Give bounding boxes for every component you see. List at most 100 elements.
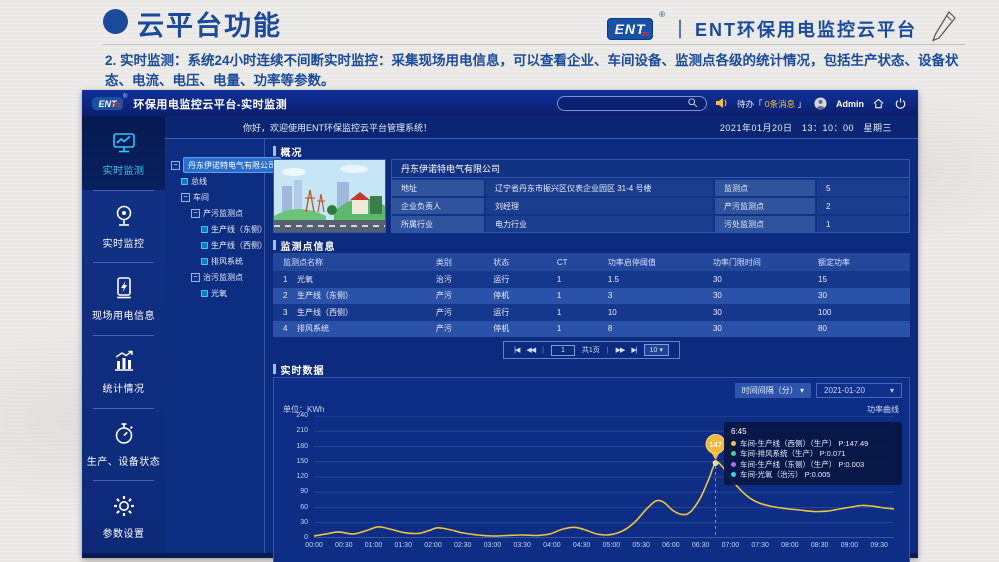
search-box[interactable] xyxy=(557,96,707,111)
column-header: 类别 xyxy=(426,253,483,271)
tree-node-label: 总线 xyxy=(191,176,207,187)
tree-node-7[interactable]: 排风系统 xyxy=(169,253,264,269)
y-tick-label: 90 xyxy=(278,488,308,495)
tree-node-3[interactable]: −车间 xyxy=(169,189,264,205)
stopwatch-icon xyxy=(111,421,137,447)
page-first-button[interactable]: |◀ xyxy=(514,346,519,354)
y-tick-label: 120 xyxy=(278,473,308,480)
company-info-table: 丹东伊诺特电气有限公司 地址辽宁省丹东市振兴区仪表企业园区 31-4 号楼监测点… xyxy=(391,159,910,233)
chart-legend: 功率曲线 xyxy=(867,404,899,415)
tree-expander-icon[interactable]: − xyxy=(191,209,200,218)
x-tick-label: 00:30 xyxy=(328,542,360,549)
series-color-dot xyxy=(731,441,736,446)
y-tick-label: 60 xyxy=(278,504,308,511)
tooltip-entry: 车间-生产线（东侧）（生产） P:0.003 xyxy=(731,459,895,470)
cell: 产污 xyxy=(426,304,483,321)
tree-node-label: 排风系统 xyxy=(211,256,243,267)
todo-count: 0条消息 xyxy=(765,99,795,109)
cell: 1 xyxy=(547,288,598,305)
ent-logo: ENT xyxy=(607,18,653,40)
overview-value: 1 xyxy=(817,216,909,232)
sidebar-item-label: 参数设置 xyxy=(103,525,145,540)
tree-node-4[interactable]: −产污监测点 xyxy=(169,205,264,221)
overview-value: 刘经理 xyxy=(486,198,713,214)
cell: 1 xyxy=(547,321,598,338)
tree-node-9[interactable]: 光氧 xyxy=(169,285,264,301)
overview-row-3: 所属行业电力行业污处监测点1 xyxy=(392,216,909,232)
brand-divider: ｜ xyxy=(671,16,689,42)
tree-node-label: 车间 xyxy=(193,192,209,203)
cell: 1 xyxy=(547,271,598,288)
datetime: 2021年01月20日 13：10：00 星期三 xyxy=(720,121,918,134)
page-prev-button[interactable]: ◀◀ xyxy=(526,346,535,354)
section-accent xyxy=(273,364,276,374)
user-name[interactable]: Admin xyxy=(836,99,864,109)
x-tick-label: 03:00 xyxy=(476,542,508,549)
tooltip-text: 车间-生产线（西侧）（生产） P:147.49 xyxy=(740,438,868,449)
tree-node-1[interactable]: −丹东伊诺特电气有限公司 xyxy=(169,157,264,173)
company-illustration xyxy=(273,159,386,233)
tree-expander-icon[interactable]: − xyxy=(181,193,190,202)
section-accent xyxy=(273,146,276,156)
row-number: 2 xyxy=(283,291,297,300)
tree-node-icon xyxy=(181,178,188,185)
overview-label: 所属行业 xyxy=(392,216,484,232)
sidebar-item-5[interactable]: 生产、设备状态 xyxy=(82,408,165,481)
y-tick-label: 150 xyxy=(278,458,308,465)
sidebar-item-1[interactable]: 实时监测 xyxy=(82,117,165,190)
page-number-input[interactable]: 1 xyxy=(551,345,575,356)
power-icon[interactable] xyxy=(894,97,908,111)
point-name: 光氧 xyxy=(297,275,313,284)
x-tick-label: 05:00 xyxy=(595,542,627,549)
cell: 30 xyxy=(703,304,808,321)
sidebar-item-6[interactable]: 参数设置 xyxy=(82,480,165,553)
tree-node-5[interactable]: 生产线（东侧） xyxy=(169,221,264,237)
page: 云平台功能 ENT ® ｜ ENT环保用电监控云平台 2. 实时监测：系统24小… xyxy=(0,0,999,562)
power-device-icon xyxy=(111,275,137,301)
sidebar: 实时监测实时监控现场用电信息统计情况生产、设备状态参数设置 xyxy=(82,117,165,553)
table-row: 3生产线（西侧）产污运行11030100 xyxy=(273,304,910,321)
sidebar-item-2[interactable]: 实时监控 xyxy=(82,190,165,263)
sidebar-item-3[interactable]: 现场用电信息 xyxy=(82,262,165,335)
x-tick-label: 09:00 xyxy=(833,542,865,549)
interval-dropdown[interactable]: 时间间隔（分） ▾ xyxy=(735,383,811,398)
notification-horn-icon[interactable] xyxy=(715,97,729,111)
column-header: 状态 xyxy=(483,253,547,271)
y-tick-label: 180 xyxy=(278,443,308,450)
brand-area: ENT ® ｜ ENT环保用电监控云平台 xyxy=(607,10,957,47)
page-size-select[interactable]: 10 ▾ xyxy=(644,344,669,356)
avatar[interactable] xyxy=(814,97,828,111)
date-dropdown[interactable]: 2021-01-20▾ xyxy=(816,383,902,398)
cell: 30 xyxy=(808,288,910,305)
divider-rule xyxy=(103,44,965,45)
search-icon[interactable] xyxy=(687,97,701,111)
tooltip-entry: 车间-生产线（西侧）（生产） P:147.49 xyxy=(731,438,895,449)
todo-messages[interactable]: 待办「 0条消息 」 xyxy=(737,98,806,110)
overview-label: 污处监测点 xyxy=(715,216,815,232)
tooltip-text: 车间-光氧（治污） P:0.005 xyxy=(740,469,830,480)
chart-tooltip: 6:45 车间-生产线（西侧）（生产） P:147.49车间-排风系统（生产） … xyxy=(724,422,902,485)
bar-chart-icon xyxy=(111,348,137,374)
row-number: 4 xyxy=(283,324,297,333)
cell: 停机 xyxy=(483,288,547,305)
sidebar-item-4[interactable]: 统计情况 xyxy=(82,335,165,408)
cell-point-name: 2生产线（东侧） xyxy=(273,288,426,305)
page-last-button[interactable]: ▶| xyxy=(631,346,636,354)
tree-node-2[interactable]: 总线 xyxy=(169,173,264,189)
points-section-title: 监测点信息 xyxy=(273,237,910,253)
tree-node-8[interactable]: −治污监测点 xyxy=(169,269,264,285)
app-window: ENT ® 环保用电监控云平台-实时监测 待办「 0条消息 」 Admin xyxy=(82,90,918,558)
overview-label: 产污监测点 xyxy=(715,198,815,214)
search-input[interactable] xyxy=(563,99,687,108)
x-tick-label: 01:00 xyxy=(357,542,389,549)
pagination: |◀ ◀◀ | 1 共1页 | ▶▶ ▶| 10 ▾ xyxy=(503,341,680,359)
series-color-dot xyxy=(731,451,736,456)
x-tick-label: 04:30 xyxy=(566,542,598,549)
brand-title: ENT环保用电监控云平台 xyxy=(695,16,917,42)
tree-expander-icon[interactable]: − xyxy=(191,273,200,282)
tree-node-6[interactable]: 生产线（西侧） xyxy=(169,237,264,253)
home-icon[interactable] xyxy=(872,97,886,111)
table-row: 2生产线（东侧）产污停机133030 xyxy=(273,288,910,305)
tree-expander-icon[interactable]: − xyxy=(171,161,180,170)
page-next-button[interactable]: ▶▶ xyxy=(616,346,625,354)
